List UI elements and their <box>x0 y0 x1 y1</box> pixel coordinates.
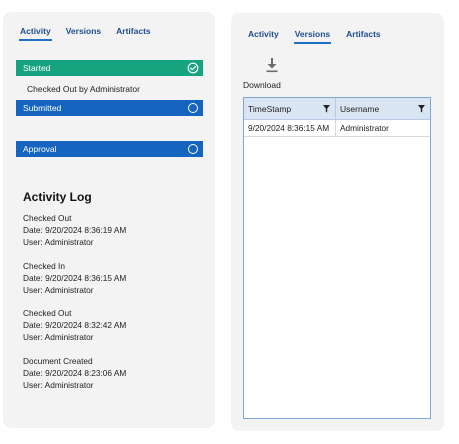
log-entry-action: Checked In <box>23 261 65 271</box>
download-icon <box>266 58 278 73</box>
tab-artifacts[interactable]: Artifacts <box>346 29 380 39</box>
filter-icon[interactable] <box>418 105 425 113</box>
tab-activity[interactable]: Activity <box>19 26 52 41</box>
pending-circle-icon <box>188 103 198 113</box>
log-entry-user: User: Administrator <box>23 380 94 390</box>
stage-substatus: Checked Out by Administrator <box>27 84 140 94</box>
log-entry-user: User: Administrator <box>23 332 94 342</box>
stage-started-label: Started <box>23 63 51 73</box>
column-header-label: TimeStamp <box>248 103 292 114</box>
stage-started[interactable]: Started <box>16 60 203 76</box>
log-entry-date: Date: 9/20/2024 8:36:15 AM <box>23 273 127 283</box>
table-row[interactable]: 9/20/2024 8:36:15 AM Administrator <box>244 120 430 137</box>
left-tab-bar: Activity Versions Artifacts <box>19 26 151 41</box>
stage-approval[interactable]: Approval <box>16 141 203 157</box>
activity-panel: Activity Versions Artifacts Started Chec… <box>3 12 215 428</box>
log-entry: Checked Out Date: 9/20/2024 8:32:42 AM U… <box>23 307 126 343</box>
download-label: Download <box>243 80 281 90</box>
tab-versions[interactable]: Versions <box>66 26 101 36</box>
download-button[interactable]: Download <box>243 57 287 90</box>
log-entry-user: User: Administrator <box>23 237 94 247</box>
log-entry: Checked In Date: 9/20/2024 8:36:15 AM Us… <box>23 260 126 296</box>
log-entry-action: Checked Out <box>23 213 72 223</box>
log-entry-action: Document Created <box>23 356 93 366</box>
stage-submitted[interactable]: Submitted <box>16 100 203 116</box>
check-circle-icon <box>187 62 199 74</box>
column-header-timestamp[interactable]: TimeStamp <box>244 98 336 119</box>
tab-artifacts[interactable]: Artifacts <box>116 26 150 36</box>
filter-icon[interactable] <box>323 105 330 113</box>
activity-log-title: Activity Log <box>23 190 92 204</box>
versions-grid: TimeStamp Username 9/20/2024 8:36:15 AM … <box>243 97 431 419</box>
log-entry: Document Created Date: 9/20/2024 8:23:06… <box>23 355 126 391</box>
column-header-label: Username <box>340 103 380 114</box>
column-header-username[interactable]: Username <box>336 98 430 119</box>
cell-username: Administrator <box>340 123 389 133</box>
log-entry: Checked Out Date: 9/20/2024 8:36:19 AM U… <box>23 212 126 248</box>
stage-submitted-label: Submitted <box>23 103 62 113</box>
tab-versions[interactable]: Versions <box>293 29 332 44</box>
log-entry-action: Checked Out <box>23 308 72 318</box>
grid-header: TimeStamp Username <box>244 98 430 120</box>
tab-activity[interactable]: Activity <box>248 29 279 39</box>
stage-approval-label: Approval <box>23 144 57 154</box>
log-entry-date: Date: 9/20/2024 8:32:42 AM <box>23 320 127 330</box>
pending-circle-icon <box>188 144 198 154</box>
log-entry-date: Date: 9/20/2024 8:36:19 AM <box>23 225 127 235</box>
log-entry-user: User: Administrator <box>23 285 94 295</box>
log-entry-date: Date: 9/20/2024 8:23:06 AM <box>23 368 127 378</box>
right-tab-bar: Activity Versions Artifacts <box>248 29 381 44</box>
cell-timestamp: 9/20/2024 8:36:15 AM <box>244 120 336 136</box>
versions-panel: Activity Versions Artifacts Download Tim… <box>231 13 444 431</box>
